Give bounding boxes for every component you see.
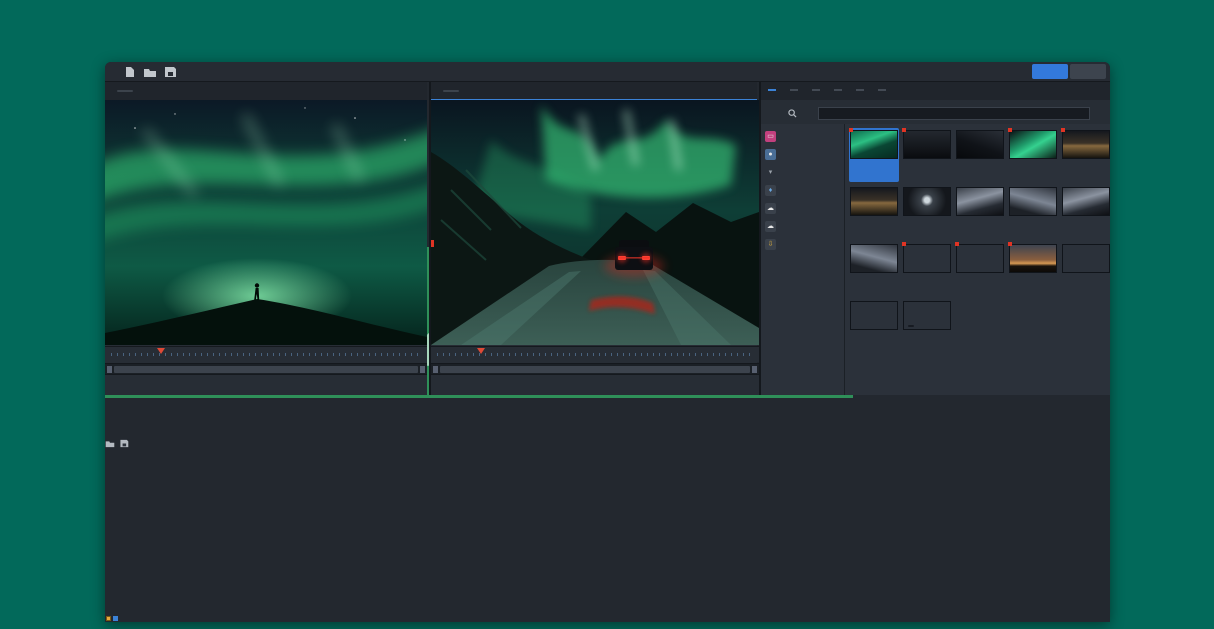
program-timecode[interactable] — [117, 90, 133, 92]
bin-grid — [105, 102, 1107, 622]
program-monitor-header — [105, 82, 427, 100]
desktop: { "colors": {"desktop":"#02695a","accent… — [0, 0, 1214, 629]
mode-brennen-button[interactable] — [1070, 64, 1106, 79]
source-monitor-header — [431, 82, 757, 100]
new-project-icon[interactable] — [123, 66, 137, 78]
magix-window: ▭ ● ▾ ♦ ☁ ☁ ⇩ — [105, 62, 1110, 622]
menubar — [105, 62, 1110, 82]
mode-bearbeiten-button[interactable] — [1032, 64, 1068, 79]
projektablage-panel — [105, 435, 1110, 453]
panel-tabs — [761, 82, 1110, 100]
open-project-icon[interactable] — [143, 66, 157, 78]
source-timecode[interactable] — [443, 90, 459, 92]
save-project-icon[interactable] — [163, 66, 177, 78]
